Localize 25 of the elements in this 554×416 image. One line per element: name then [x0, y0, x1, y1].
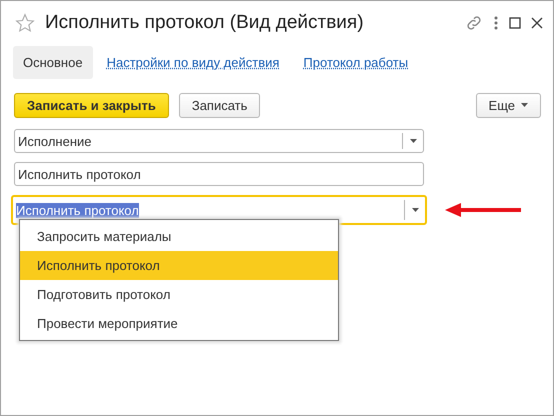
field-value: Исполнить протокол	[18, 166, 141, 182]
field-value: Исполнить протокол	[16, 202, 139, 218]
tab[interactable]: Настройки по виду действия	[96, 46, 290, 78]
input-field[interactable]: Исполнить протокол	[14, 162, 424, 186]
link-icon[interactable]	[465, 14, 483, 32]
window-title: Исполнить протокол (Вид действия)	[45, 12, 365, 34]
caret-icon	[521, 103, 528, 107]
tab[interactable]: Протокол работы	[293, 46, 418, 78]
close-icon[interactable]	[531, 17, 543, 29]
save-and-close-button[interactable]: Записать и закрыть	[14, 92, 169, 118]
tab[interactable]: Основное	[13, 46, 93, 78]
dropdown-item[interactable]: Провести мероприятие	[20, 309, 338, 338]
more-button[interactable]: Еще	[476, 92, 541, 118]
star-icon[interactable]	[15, 13, 35, 33]
dropdown-item[interactable]: Исполнить протокол	[20, 251, 338, 280]
maximize-icon[interactable]	[509, 17, 521, 29]
field-value: Исполнение	[18, 134, 92, 148]
save-button[interactable]: Записать	[178, 92, 260, 118]
arrow-icon	[445, 203, 521, 217]
dropdown-item[interactable]: Запросить материалы	[20, 222, 338, 251]
more-options-icon[interactable]	[493, 16, 499, 30]
select-field[interactable]: Исполнение	[14, 129, 424, 153]
caret-icon	[410, 139, 416, 143]
caret-icon	[412, 208, 418, 212]
dropdown-item[interactable]: Подготовить протокол	[20, 280, 338, 309]
